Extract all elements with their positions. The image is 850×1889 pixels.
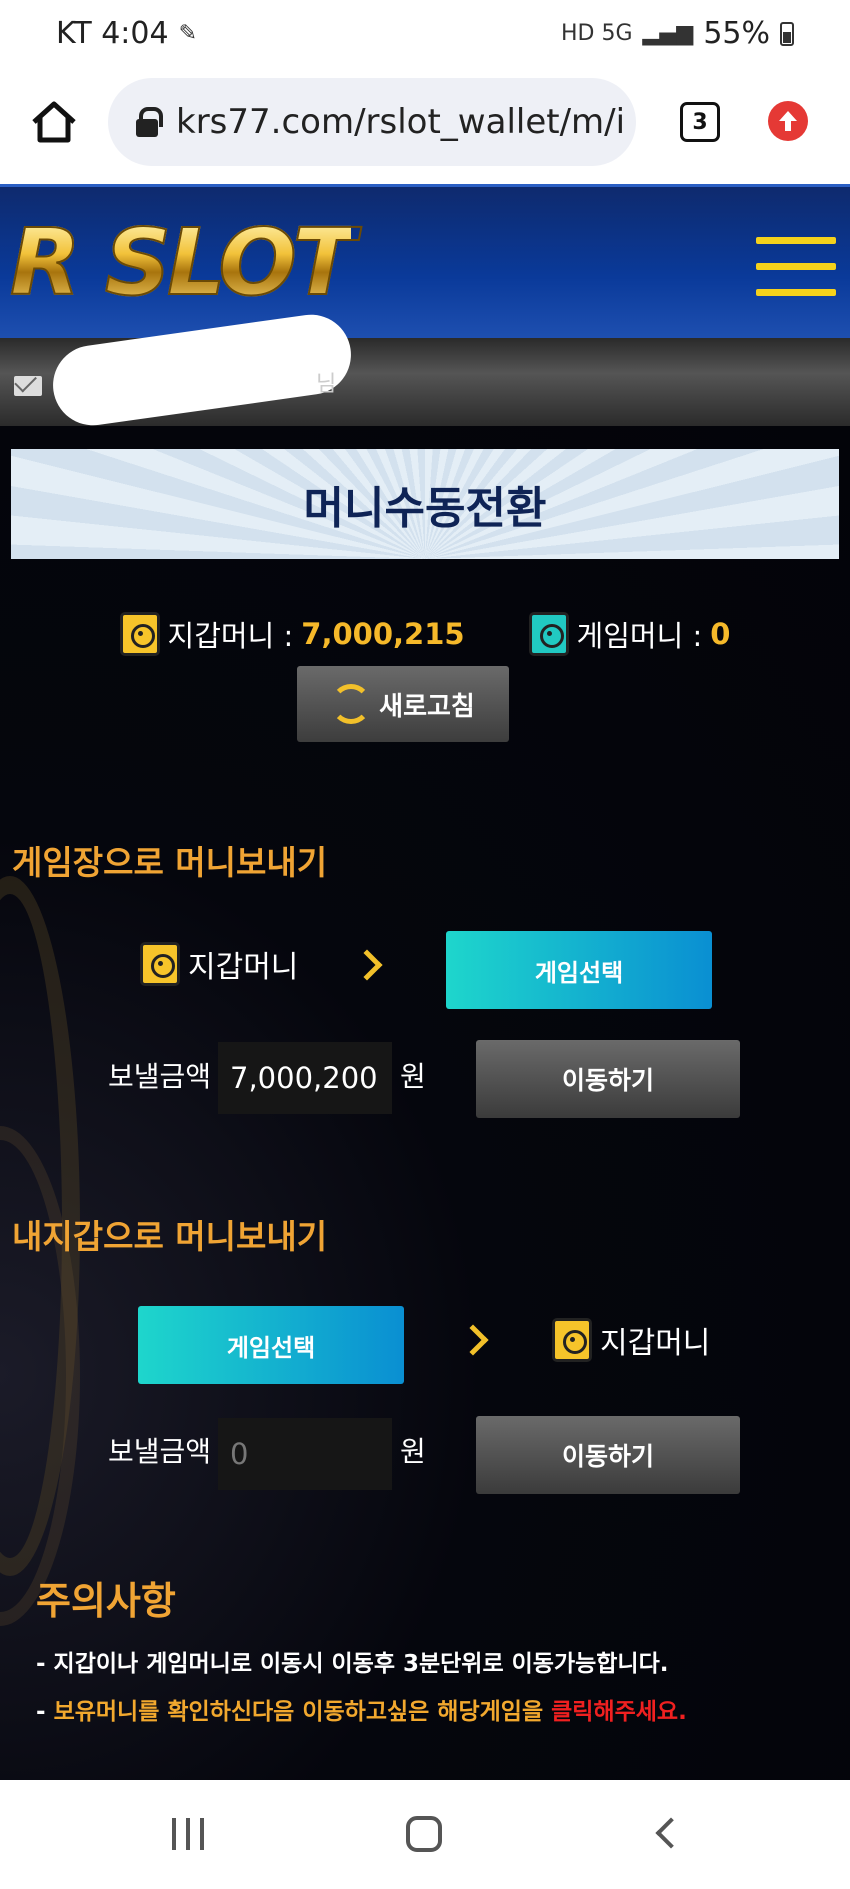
- url-text: krs77.com/rslot_wallet/m/i: [176, 102, 626, 142]
- to-wallet-label: 지갑머니: [552, 1318, 710, 1362]
- status-bar: KT 4:04 ✎ HD 5G ▂▄▆ 55%: [0, 0, 850, 72]
- notice-line-1: - 지갑이나 게임머니로 이동시 이동후 3분단위로 이동가능합니다.: [36, 1651, 669, 1677]
- amount-label: 보낼금액: [108, 1060, 212, 1093]
- notice-line-2-prefix: -: [36, 1699, 54, 1725]
- battery-icon: [780, 21, 794, 46]
- move-button[interactable]: 이동하기: [476, 1040, 740, 1118]
- recent-apps-icon[interactable]: [172, 1818, 204, 1850]
- refresh-button[interactable]: 새로고침: [297, 666, 509, 742]
- lock-icon: [136, 107, 163, 137]
- amount-label: 보낼금액: [108, 1435, 212, 1468]
- section-title-send-to-game: 게임장으로 머니보내기: [12, 843, 328, 882]
- menu-icon[interactable]: [756, 237, 836, 297]
- main-content: 머니수동전환 지갑머니 : 7,000,215 게임머니 : 0 새로고침 게임…: [0, 426, 850, 1780]
- game-balance: 게임머니 : 0: [528, 612, 731, 656]
- move-button[interactable]: 이동하기: [476, 1416, 740, 1494]
- system-nav-bar: [0, 1780, 850, 1889]
- currency-label: 원: [400, 1435, 426, 1468]
- mail-icon[interactable]: [14, 376, 42, 396]
- page-title: 머니수동전환: [303, 483, 547, 534]
- home-icon[interactable]: [28, 96, 80, 148]
- address-bar[interactable]: krs77.com/rslot_wallet/m/i: [108, 78, 636, 166]
- wallet-label-text: 지갑머니: [600, 1326, 711, 1361]
- carrier-time: KT 4:04: [56, 16, 169, 51]
- send-amount-input[interactable]: [218, 1418, 392, 1490]
- send-amount-input[interactable]: [218, 1042, 392, 1114]
- game-select-button[interactable]: 게임선택: [138, 1306, 404, 1384]
- chevron-right-icon: [351, 949, 383, 981]
- currency-label: 원: [400, 1060, 426, 1093]
- battery-percent: 55%: [703, 16, 770, 51]
- site-header: R SLOT: [0, 184, 850, 338]
- game-select-button[interactable]: 게임선택: [446, 931, 712, 1009]
- wallet-balance: 지갑머니 : 7,000,215: [119, 612, 465, 656]
- arrow-up-icon: [779, 111, 797, 131]
- chevron-right-icon: [457, 1324, 489, 1356]
- safe-icon: [119, 612, 160, 656]
- game-money-value: 0: [710, 617, 731, 651]
- back-icon[interactable]: [655, 1817, 687, 1849]
- user-suffix: 님: [316, 372, 337, 397]
- notice-line-2-red: 클릭해주세요.: [551, 1699, 687, 1725]
- notice-title: 주의사항: [36, 1579, 176, 1623]
- page-title-banner: 머니수동전환: [11, 449, 839, 559]
- notice-line-2-orange: 보유머니를 확인하신다음 이동하고싶은 해당게임을: [53, 1699, 552, 1725]
- game-money-label: 게임머니 :: [576, 619, 703, 653]
- signal-icon: ▂▄▆: [642, 21, 694, 46]
- pencil-icon: ✎: [178, 21, 198, 46]
- tab-switcher-button[interactable]: 3: [680, 102, 720, 142]
- safe-icon: [528, 612, 569, 656]
- safe-icon: [552, 1318, 592, 1362]
- from-wallet-label: 지갑머니: [140, 942, 298, 986]
- refresh-icon: [331, 684, 372, 724]
- update-button[interactable]: [768, 101, 808, 141]
- home-nav-icon[interactable]: [406, 1816, 442, 1852]
- network-badge: HD 5G: [561, 21, 633, 46]
- site-logo[interactable]: R SLOT: [9, 216, 356, 310]
- safe-icon: [140, 942, 180, 986]
- notice-line-2: - 보유머니를 확인하신다음 이동하고싶은 해당게임을 클릭해주세요.: [36, 1692, 687, 1726]
- wallet-money-label: 지갑머니 :: [167, 619, 294, 653]
- wallet-label-text: 지갑머니: [188, 950, 299, 985]
- wallet-money-value: 7,000,215: [301, 617, 465, 651]
- browser-toolbar: krs77.com/rslot_wallet/m/i 3: [0, 72, 850, 184]
- balance-row: 지갑머니 : 7,000,215 게임머니 : 0: [0, 609, 850, 659]
- refresh-label: 새로고침: [379, 691, 475, 722]
- section-title-send-to-wallet: 내지갑으로 머니보내기: [12, 1217, 328, 1256]
